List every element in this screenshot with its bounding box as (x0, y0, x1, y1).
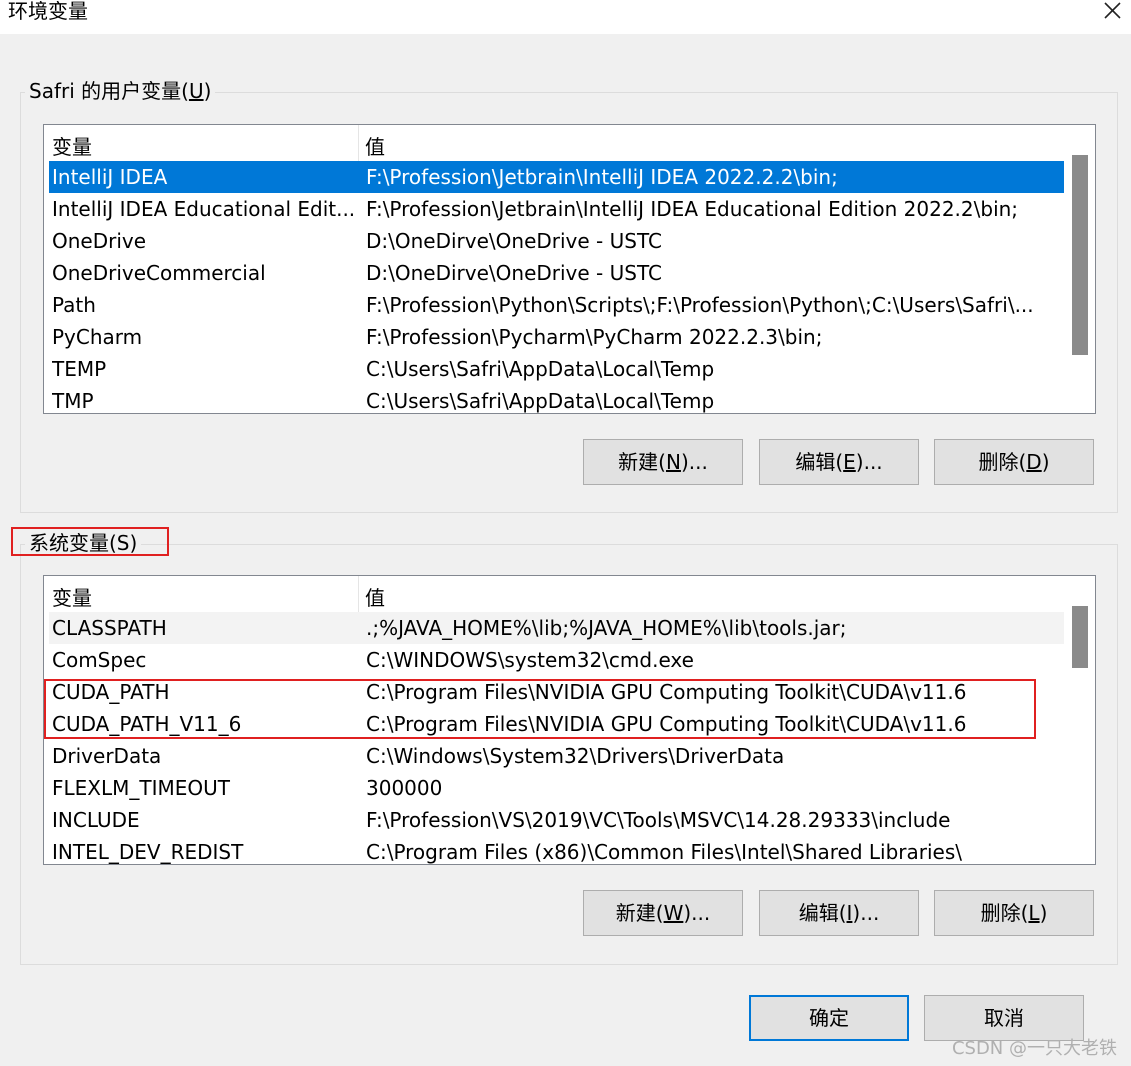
variable-value: C:\WINDOWS\system32\cmd.exe (366, 648, 694, 672)
variable-name: FLEXLM_TIMEOUT (52, 776, 230, 800)
variable-name: OneDrive (52, 229, 147, 253)
column-header-value[interactable]: 值 (365, 131, 385, 160)
system-edit-button[interactable]: 编辑(I)... (759, 890, 919, 936)
table-row[interactable]: TEMP C:\Users\Safri\AppData\Local\Temp (49, 353, 1064, 385)
table-row[interactable]: OneDriveCommercial D:\OneDirve\OneDrive -… (49, 257, 1064, 289)
close-button[interactable] (1099, 0, 1125, 22)
table-row[interactable]: OneDrive D:\OneDirve\OneDrive - USTC (49, 225, 1064, 257)
variable-name: TMP (52, 389, 94, 413)
table-row[interactable]: FLEXLM_TIMEOUT 300000 (49, 772, 1064, 804)
variable-value: .;%JAVA_HOME%\lib;%JAVA_HOME%\lib\tools.… (366, 616, 847, 640)
title-bar: 环境变量 (0, 0, 1131, 34)
variable-value: C:\Windows\System32\Drivers\DriverData (366, 744, 785, 768)
user-new-button[interactable]: 新建(N)... (583, 439, 743, 485)
variable-name: ComSpec (52, 648, 147, 672)
variable-value: C:\Program Files (x86)\Common Files\Inte… (366, 840, 963, 864)
variable-value: C:\Users\Safri\AppData\Local\Temp (366, 357, 715, 381)
system-vars-label-highlight (11, 527, 169, 556)
user-vars-rows: IntelliJ IDEA F:\Profession\Jetbrain\Inte… (49, 161, 1064, 413)
variable-value: D:\OneDirve\OneDrive - USTC (366, 261, 662, 285)
variable-name: IntelliJ IDEA (52, 165, 168, 189)
variable-name: OneDriveCommercial (52, 261, 266, 285)
table-row[interactable]: CLASSPATH .;%JAVA_HOME%\lib;%JAVA_HOME%\l… (49, 612, 1064, 644)
watermark: CSDN @一只大老铁 (951, 1038, 1117, 1059)
column-header-variable[interactable]: 变量 (52, 131, 92, 160)
table-row[interactable]: ComSpec C:\WINDOWS\system32\cmd.exe (49, 644, 1064, 676)
column-divider[interactable] (358, 576, 359, 612)
table-row[interactable]: IntelliJ IDEA F:\Profession\Jetbrain\Inte… (49, 161, 1064, 193)
table-row[interactable]: DriverData C:\Windows\System32\Drivers\Dr… (49, 740, 1064, 772)
variable-name: IntelliJ IDEA Educational Edit... (52, 197, 356, 221)
variable-name: DriverData (52, 744, 162, 768)
ok-button[interactable]: 确定 (749, 995, 909, 1041)
column-header-value[interactable]: 值 (365, 582, 385, 611)
variable-value: F:\Profession\Jetbrain\IntelliJ IDEA 202… (366, 165, 838, 189)
list-header: 变量 值 (44, 125, 1064, 161)
variable-value: 300000 (366, 776, 443, 800)
table-row[interactable]: Path F:\Profession\Python\Scripts\;F:\Pro… (49, 289, 1064, 321)
variable-name: CLASSPATH (52, 616, 167, 640)
close-icon (1104, 2, 1121, 19)
user-edit-button[interactable]: 编辑(E)... (759, 439, 919, 485)
variable-name: PyCharm (52, 325, 143, 349)
variable-name: Path (52, 293, 96, 317)
vertical-scrollbar[interactable] (1065, 125, 1095, 413)
list-header: 变量 值 (44, 576, 1064, 612)
variable-value: F:\Profession\VS\2019\VC\Tools\MSVC\14.2… (366, 808, 951, 832)
variable-value: D:\OneDirve\OneDrive - USTC (366, 229, 662, 253)
variable-value: F:\Profession\Pycharm\PyCharm 2022.2.3\b… (366, 325, 823, 349)
table-row[interactable]: TMP C:\Users\Safri\AppData\Local\Temp (49, 385, 1064, 413)
variable-name: INTEL_DEV_REDIST (52, 840, 244, 864)
scroll-thumb[interactable] (1072, 155, 1088, 355)
variable-name: TEMP (52, 357, 107, 381)
user-delete-button[interactable]: 删除(D) (934, 439, 1094, 485)
vertical-scrollbar[interactable] (1065, 576, 1095, 864)
system-delete-button[interactable]: 删除(L) (934, 890, 1094, 936)
table-row[interactable]: IntelliJ IDEA Educational Edit... F:\Prof… (49, 193, 1064, 225)
variable-value: F:\Profession\Python\Scripts\;F:\Profess… (366, 293, 1034, 317)
cuda-rows-highlight (44, 679, 1036, 739)
variable-value: C:\Users\Safri\AppData\Local\Temp (366, 389, 715, 413)
variable-value: F:\Profession\Jetbrain\IntelliJ IDEA Edu… (366, 197, 1019, 221)
scroll-thumb[interactable] (1072, 606, 1088, 668)
variable-name: INCLUDE (52, 808, 140, 832)
window-title: 环境变量 (8, 0, 88, 23)
system-new-button[interactable]: 新建(W)... (583, 890, 743, 936)
table-row[interactable]: INTEL_DEV_REDIST C:\Program Files (x86)\C… (49, 836, 1064, 864)
column-divider[interactable] (358, 125, 359, 161)
user-vars-label: Safri 的用户变量(U) (25, 79, 216, 103)
table-row[interactable]: PyCharm F:\Profession\Pycharm\PyCharm 202… (49, 321, 1064, 353)
user-vars-list[interactable]: 变量 值 IntelliJ IDEA F:\Profession\Jetbrain… (43, 124, 1096, 414)
table-row[interactable]: INCLUDE F:\Profession\VS\2019\VC\Tools\MS… (49, 804, 1064, 836)
column-header-variable[interactable]: 变量 (52, 582, 92, 611)
